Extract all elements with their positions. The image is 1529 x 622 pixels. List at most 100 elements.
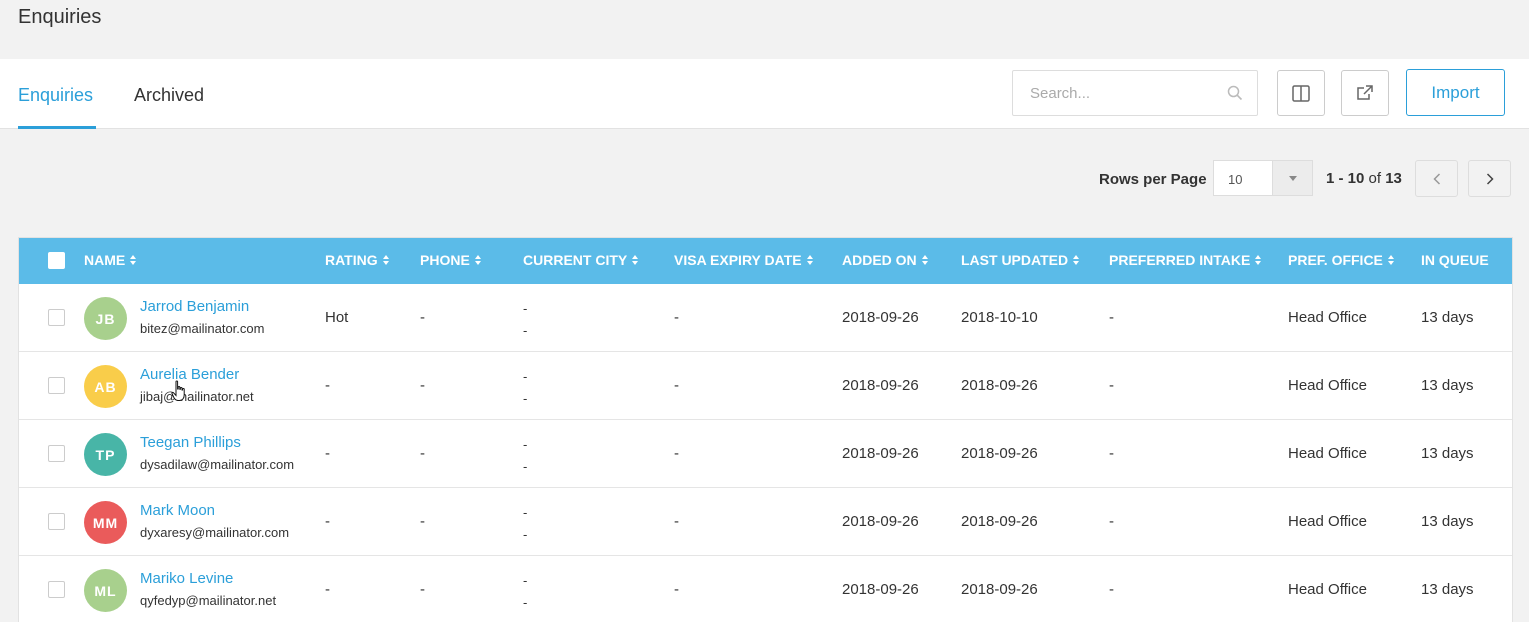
sort-icon xyxy=(806,254,814,266)
cell-added-on: 2018-09-26 xyxy=(842,445,919,462)
hand-cursor-icon xyxy=(171,380,185,401)
city-line: - xyxy=(523,573,528,588)
row-checkbox[interactable] xyxy=(48,581,65,598)
contact-email: dysadilaw@mailinator.com xyxy=(140,457,295,472)
rows-per-page-select[interactable]: 10 xyxy=(1213,160,1313,196)
header-intake[interactable]: PREFERRED INTAKE xyxy=(1109,252,1262,268)
rows-per-page-label: Rows per Page xyxy=(1099,171,1207,188)
cell-last-updated: 2018-09-26 xyxy=(961,445,1038,462)
city-line: - xyxy=(523,505,528,520)
cell-added-on: 2018-09-26 xyxy=(842,309,919,326)
table-row[interactable]: JB Jarrod Benjamin bitez@mailinator.com Hot… xyxy=(19,284,1512,352)
cell-added-on: 2018-09-26 xyxy=(842,513,919,530)
sort-icon xyxy=(1255,254,1262,266)
cell-last-updated: 2018-09-26 xyxy=(961,581,1038,598)
cell-in-queue: 13 days xyxy=(1421,377,1474,394)
select-all-checkbox[interactable] xyxy=(48,252,65,269)
header-city[interactable]: CURRENT CITY xyxy=(523,252,639,268)
cell-last-updated: 2018-09-26 xyxy=(961,377,1038,394)
dropdown-caret[interactable] xyxy=(1272,161,1312,195)
cell-preferred-intake: - xyxy=(1109,309,1114,326)
table-row[interactable]: MM Mark Moon dyxaresy@mailinator.com - - - - -2… xyxy=(19,488,1512,556)
cell-phone: - xyxy=(420,445,425,462)
range-value: 1 - 10 xyxy=(1326,170,1365,187)
header-visa[interactable]: VISA EXPIRY DATE xyxy=(674,252,814,268)
header-office[interactable]: PREF. OFFICE xyxy=(1288,252,1395,268)
cell-visa-expiry: - xyxy=(674,309,679,326)
avatar: TP xyxy=(84,433,127,476)
cell-city: -- xyxy=(523,570,527,614)
city-line: - xyxy=(523,301,528,316)
caret-down-icon xyxy=(1288,175,1297,181)
cell-pref-office: Head Office xyxy=(1288,445,1367,462)
cell-city: -- xyxy=(523,434,527,478)
sort-icon xyxy=(130,254,137,266)
cell-pref-office: Head Office xyxy=(1288,581,1367,598)
cell-phone: - xyxy=(420,377,425,394)
contact-name-link[interactable]: Jarrod Benjamin xyxy=(140,298,249,315)
country-line: - xyxy=(523,323,528,338)
tab-enquiries[interactable]: Enquiries xyxy=(18,85,96,129)
header-updated[interactable]: LAST UPDATED xyxy=(961,252,1080,268)
avatar: ML xyxy=(84,569,127,612)
city-line: - xyxy=(523,437,528,452)
row-checkbox[interactable] xyxy=(48,377,65,394)
search-input[interactable] xyxy=(1014,72,1224,114)
columns-button[interactable] xyxy=(1277,70,1325,116)
sort-icon xyxy=(632,254,639,266)
cell-last-updated: 2018-09-26 xyxy=(961,513,1038,530)
search-icon[interactable] xyxy=(1227,85,1243,101)
contact-name-link[interactable]: Mark Moon xyxy=(140,502,215,519)
avatar: AB xyxy=(84,365,127,408)
cell-phone: - xyxy=(420,513,425,530)
prev-page-button[interactable] xyxy=(1415,160,1458,197)
cell-rating: - xyxy=(325,445,330,462)
contact-name-link[interactable]: Teegan Phillips xyxy=(140,434,241,451)
header-name[interactable]: NAME xyxy=(84,252,137,268)
columns-icon xyxy=(1292,84,1310,102)
pagination-range: 1 - 10 of 13 xyxy=(1326,170,1402,187)
row-checkbox[interactable] xyxy=(48,445,65,462)
table-body: JB Jarrod Benjamin bitez@mailinator.com Hot… xyxy=(19,284,1512,622)
range-of: of xyxy=(1368,170,1382,187)
contact-email: dyxaresy@mailinator.com xyxy=(140,525,290,540)
avatar: JB xyxy=(84,297,127,340)
contact-email: qyfedyp@mailinator.net xyxy=(140,593,277,608)
table-row[interactable]: TP Teegan Phillips dysadilaw@mailinator.co… xyxy=(19,420,1512,488)
header-phone[interactable]: PHONE xyxy=(420,252,482,268)
country-line: - xyxy=(523,527,528,542)
header-added[interactable]: ADDED ON xyxy=(842,252,929,268)
sort-icon xyxy=(1073,254,1080,266)
cell-city: -- xyxy=(523,366,527,410)
header-rating[interactable]: RATING xyxy=(325,252,390,268)
cell-city: -- xyxy=(523,502,527,546)
search-box xyxy=(1012,70,1258,116)
cell-added-on: 2018-09-26 xyxy=(842,581,919,598)
cell-in-queue: 13 days xyxy=(1421,309,1474,326)
rows-per-page-value: 10 xyxy=(1228,172,1243,187)
cell-pref-office: Head Office xyxy=(1288,377,1367,394)
cell-pref-office: Head Office xyxy=(1288,513,1367,530)
cell-last-updated: 2018-10-10 xyxy=(961,309,1038,326)
row-checkbox[interactable] xyxy=(48,309,65,326)
sort-icon xyxy=(1387,254,1395,266)
table-row[interactable]: ML Mariko Levine qyfedyp@mailinator.net - - -… xyxy=(19,556,1512,622)
cell-rating: - xyxy=(325,377,330,394)
header-queue[interactable]: IN QUEUE xyxy=(1421,252,1489,268)
import-button[interactable]: Import xyxy=(1406,69,1505,116)
cell-visa-expiry: - xyxy=(674,581,679,598)
contact-name-link[interactable]: Aurelia Bender xyxy=(140,366,239,383)
export-button[interactable] xyxy=(1341,70,1389,116)
next-page-button[interactable] xyxy=(1468,160,1511,197)
cell-visa-expiry: - xyxy=(674,513,679,530)
table-row[interactable]: AB Aurelia Bender jibaj@mailinator.net - - - -… xyxy=(19,352,1512,420)
contact-email: jibaj@mailinator.net xyxy=(140,389,254,404)
country-line: - xyxy=(523,459,528,474)
contact-email: bitez@mailinator.com xyxy=(140,321,265,336)
page-title: Enquiries xyxy=(18,6,102,28)
row-checkbox[interactable] xyxy=(48,513,65,530)
cell-pref-office: Head Office xyxy=(1288,309,1367,326)
tab-archived[interactable]: Archived xyxy=(134,85,204,129)
contact-name-link[interactable]: Mariko Levine xyxy=(140,570,233,587)
cell-in-queue: 13 days xyxy=(1421,513,1474,530)
